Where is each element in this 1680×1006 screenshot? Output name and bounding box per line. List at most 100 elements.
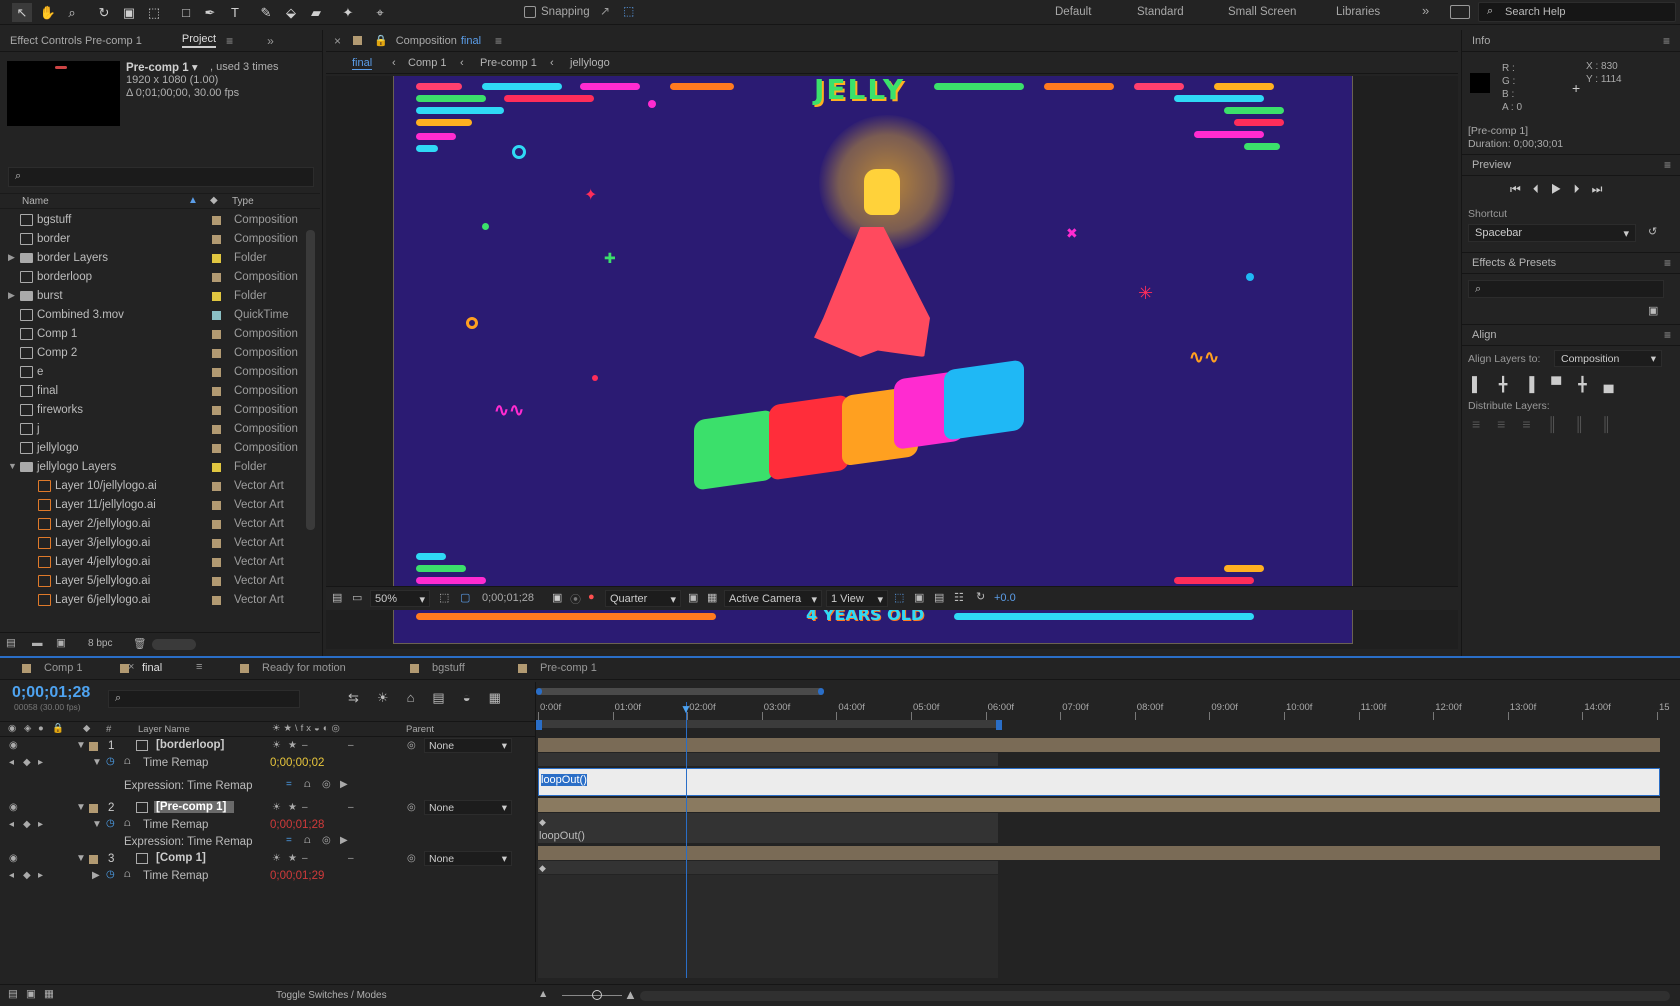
search-help-input[interactable]: ⌕ Search Help [1478, 2, 1676, 22]
property-row[interactable]: ◂ ◆ ▸ ▼ ◷ ⩍ Time Remap 0;00;00;02 [0, 755, 535, 771]
workspace-standard[interactable]: Standard [1137, 6, 1184, 18]
current-time[interactable]: 0;00;01;28 [482, 592, 534, 604]
panel-expand-icon[interactable]: » [267, 34, 274, 48]
shortcut-dropdown[interactable]: Spacebar ▾ [1468, 224, 1636, 242]
expression-language-icon[interactable]: ▶ [340, 835, 348, 846]
graph-icon[interactable]: ⩍ [124, 869, 131, 880]
keyframe-icon[interactable]: ◆ [539, 863, 546, 874]
twirl-down-icon[interactable]: ▼ [76, 802, 86, 813]
project-scrollbar[interactable] [306, 230, 315, 530]
bit-depth-button[interactable]: 8 bpc [88, 638, 112, 649]
next-frame-icon[interactable]: ⏵ [1574, 182, 1592, 196]
last-frame-icon[interactable]: ⏭ [1592, 182, 1615, 196]
list-item[interactable]: ▶ burst Folder [0, 287, 320, 306]
interpret-footage-icon[interactable]: ▤ [6, 637, 16, 649]
layer-bar-borderloop[interactable] [538, 738, 1660, 752]
work-area-start[interactable] [536, 688, 542, 695]
close-tab-icon[interactable]: × [128, 661, 134, 673]
property-value[interactable]: 0;00;01;28 [270, 819, 324, 831]
label-color-swatch[interactable] [212, 311, 221, 320]
motion-blur-icon[interactable]: ◒ [463, 690, 489, 705]
label-color-swatch[interactable] [212, 273, 221, 282]
expression-pickwhip-icon[interactable]: ◎ [322, 835, 331, 846]
label-color-swatch[interactable] [212, 596, 221, 605]
stopwatch-icon[interactable]: ◷ [106, 756, 115, 767]
pickwhip-icon[interactable]: ◎ [407, 740, 416, 751]
play-icon[interactable]: ▶ [1551, 182, 1574, 196]
label-color-swatch[interactable] [212, 425, 221, 434]
eye-icon[interactable]: ◉ [9, 802, 18, 813]
graph-editor-icon[interactable]: ▦ [489, 690, 519, 705]
distribute-hcenter-icon[interactable]: ║ [1574, 416, 1601, 432]
layer-label-color[interactable] [89, 804, 98, 813]
expression-graph-icon[interactable]: ⩍ [304, 779, 311, 790]
next-keyframe-icon[interactable]: ▸ [38, 819, 43, 830]
list-item[interactable]: j Composition [0, 420, 320, 439]
column-parent[interactable]: Parent [406, 724, 434, 735]
table-row[interactable]: ◉ ▼ 1 [borderloop] ☀ ★ – – ◎ None ▾ [0, 738, 535, 754]
expression-graph-icon[interactable]: ⩍ [304, 835, 311, 846]
effect-switch-icon[interactable]: – [302, 802, 308, 813]
property-value[interactable]: 0;00;01;29 [270, 870, 324, 882]
shy-icon[interactable]: ⌂ [407, 690, 433, 705]
tab-project[interactable]: Project [181, 33, 217, 48]
expression-text-precomp1[interactable]: loopOut() [539, 830, 585, 842]
more-workspaces-icon[interactable]: » [1422, 3, 1429, 18]
lock-column-icon[interactable]: 🔒 [52, 723, 64, 734]
blend-switch-icon[interactable]: – [348, 740, 354, 751]
layer-name[interactable]: [borderloop] [154, 739, 232, 751]
tab-ready-for-motion[interactable]: Ready for motion [262, 662, 346, 674]
eraser-tool-icon[interactable]: ▰ [306, 3, 326, 22]
twirl-icon[interactable]: ▶ [8, 290, 15, 301]
label-color-swatch[interactable] [212, 444, 221, 453]
time-ruler[interactable]: 0:00f 01:00f 02:00f 03:00f 04:00f 05:00f 06:00… [536, 700, 1680, 720]
list-item[interactable]: jellylogo Composition [0, 439, 320, 458]
list-item[interactable]: Layer 10/jellylogo.ai Vector Art [0, 477, 320, 496]
transparency-grid-icon[interactable]: ▦ [707, 591, 717, 604]
eye-icon[interactable]: ◉ [9, 853, 18, 864]
reset-icon[interactable]: ↺ [1648, 225, 1657, 238]
add-keyframe-icon[interactable]: ◆ [23, 819, 31, 830]
timeline-search-input[interactable]: ⌕ [108, 690, 300, 708]
parent-dropdown[interactable]: None ▾ [424, 800, 512, 815]
align-left-icon[interactable]: ▌ [1472, 376, 1499, 392]
list-item[interactable]: final Composition [0, 382, 320, 401]
list-item[interactable]: bgstuff Composition [0, 211, 320, 230]
effect-switch-icon[interactable]: – [302, 740, 308, 751]
panel-menu-icon[interactable]: ≡ [495, 34, 502, 48]
tab-pre-comp-1[interactable]: Pre-comp 1 [540, 662, 597, 674]
keyframe-icon[interactable]: ◆ [539, 817, 546, 828]
panel-comp-name[interactable]: final [461, 35, 481, 47]
distribute-left-icon[interactable]: ║ [1548, 416, 1575, 432]
prev-keyframe-icon[interactable]: ◂ [9, 819, 14, 830]
effect-switch-icon[interactable]: – [302, 853, 308, 864]
clone-stamp-tool-icon[interactable]: ⬙ [281, 3, 301, 22]
align-right-icon[interactable]: ▐ [1524, 376, 1551, 392]
twirl-icon[interactable]: ▼ [92, 819, 102, 830]
list-item[interactable]: Comp 2 Composition [0, 344, 320, 363]
label-color-swatch[interactable] [212, 254, 221, 263]
add-keyframe-icon[interactable]: ◆ [23, 757, 31, 768]
quality-switch-icon[interactable]: ★ [288, 740, 297, 751]
list-item[interactable]: Layer 11/jellylogo.ai Vector Art [0, 496, 320, 515]
snap-grid-icon[interactable]: ⬚ [623, 4, 634, 18]
layer-name[interactable]: [Pre-comp 1] [154, 801, 235, 813]
camera-dropdown[interactable]: Active Camera ▾ [724, 590, 822, 607]
first-frame-icon[interactable]: ⏮ [1510, 182, 1533, 196]
list-item[interactable]: Layer 5/jellylogo.ai Vector Art [0, 572, 320, 591]
quality-switch-icon[interactable]: ★ [288, 802, 297, 813]
render-time-icon[interactable]: ▤ [8, 988, 18, 1000]
roto-brush-tool-icon[interactable]: ✦ [338, 3, 358, 22]
twirl-icon[interactable]: ▶ [8, 252, 15, 263]
label-color-swatch[interactable] [212, 387, 221, 396]
timeline-timecode[interactable]: 0;00;01;28 [12, 684, 90, 702]
always-preview-icon[interactable]: ▤ [332, 591, 342, 604]
list-item[interactable]: Comp 1 Composition [0, 325, 320, 344]
tab-comp-1[interactable]: Comp 1 [44, 662, 83, 674]
new-comp-icon[interactable]: ▣ [56, 637, 66, 649]
property-row[interactable]: ◂ ◆ ▸ ▶ ◷ ⩍ Time Remap 0;00;01;29 [0, 868, 535, 884]
panel-menu-icon[interactable]: ≡ [226, 34, 233, 48]
draft-3d-icon[interactable]: ☀ [377, 690, 407, 705]
layer-bar-precomp1[interactable] [538, 798, 1660, 812]
new-folder-icon[interactable]: ▬ [32, 637, 43, 649]
